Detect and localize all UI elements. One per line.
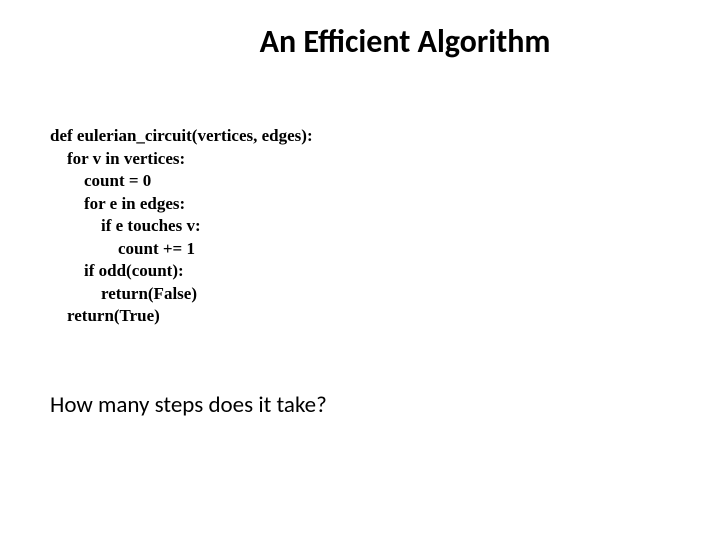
code-line-7: if odd(count): [50,261,184,280]
code-line-6: count += 1 [50,239,195,258]
code-line-4: for e in edges: [50,194,185,213]
slide-title: An Efficient Algorithm [0,0,720,61]
code-line-9: return(True) [50,306,160,325]
code-line-3: count = 0 [50,171,151,190]
code-line-1: def eulerian_circuit(vertices, edges): [50,126,313,145]
question-text: How many steps does it take? [50,391,720,419]
code-line-5: if e touches v: [50,216,201,235]
code-line-8: return(False) [50,284,197,303]
code-line-2: for v in vertices: [50,149,185,168]
code-block: def eulerian_circuit(vertices, edges): f… [50,103,720,327]
